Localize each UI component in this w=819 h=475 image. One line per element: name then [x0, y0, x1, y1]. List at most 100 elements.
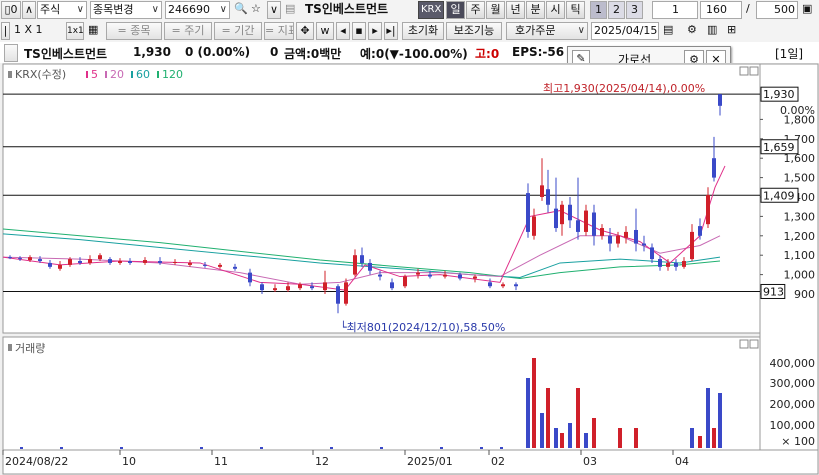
candle-61	[666, 262, 670, 267]
volume-tick-1: 300,000	[770, 377, 816, 390]
info-high: 고:0	[475, 47, 500, 61]
x-label-2: 11	[214, 455, 228, 468]
candle-41	[501, 284, 505, 287]
candle-60	[658, 259, 662, 267]
interval-input[interactable]: 1	[652, 1, 698, 19]
candle-68	[718, 94, 722, 106]
prev-icon[interactable]: ◂	[336, 22, 350, 40]
candle-64	[690, 231, 694, 260]
info-price: 1,930	[133, 45, 171, 59]
indicator-button[interactable]: = 지표	[264, 22, 294, 40]
candle-56	[624, 231, 628, 238]
chart-settings-icon[interactable]: ▥	[705, 22, 723, 40]
candle-34	[403, 276, 407, 287]
count-input[interactable]: 160	[700, 1, 742, 19]
volume-bar-10	[618, 428, 622, 448]
stop-icon[interactable]: ▪	[352, 22, 366, 40]
candle-27	[336, 286, 340, 304]
move-icon[interactable]: ✥	[296, 22, 314, 40]
max-annotation: 최고1,930(2025/04/14),0.00%	[543, 82, 705, 95]
candle-12	[128, 261, 132, 263]
period-tab-0[interactable]: 일	[446, 1, 465, 19]
period-label: [1일]	[775, 47, 804, 61]
indicator-icon[interactable]: ⊞	[725, 22, 743, 40]
page-tab-1[interactable]: 1	[590, 1, 607, 19]
period-tab-6[interactable]: 틱	[566, 1, 585, 19]
arrow-up-icon[interactable]: ∧	[22, 1, 36, 19]
hline-label-0: 1,930	[763, 88, 795, 101]
volume-tick-0: 400,000	[770, 357, 816, 370]
page-tab-2[interactable]: 2	[608, 1, 625, 19]
candle-21	[260, 284, 264, 291]
market-select[interactable]: 주식	[37, 1, 87, 19]
star-icon[interactable]: ☆	[249, 1, 265, 19]
candle-43	[526, 193, 530, 232]
toolbar-top: ▯0 ∧ 주식 종목변경 246690 🔍 ☆ ∨ ▤ TS인베스트먼트 KRX…	[0, 0, 819, 22]
candle-9	[98, 255, 102, 260]
volume-pane-maximize-icon	[739, 339, 749, 349]
layout-1x1-alt-button[interactable]: 1x1	[66, 22, 84, 40]
chevron-down-icon[interactable]: ∨	[267, 1, 281, 19]
legend-swatch-1	[105, 71, 107, 78]
date-input[interactable]: 2025/04/15	[591, 22, 659, 40]
aux-function-button[interactable]: 보조기능	[446, 22, 502, 40]
change-stock-select[interactable]: 종목변경	[90, 1, 162, 19]
candle-22	[273, 288, 277, 291]
period-tab-4[interactable]: 분	[526, 1, 545, 19]
candle-17	[203, 264, 207, 266]
calendar-icon[interactable]: ▤	[661, 22, 677, 40]
next-icon[interactable]: ▸	[368, 22, 382, 40]
panel-toggle[interactable]: |	[1, 22, 10, 40]
candle-30	[360, 255, 364, 263]
period-tab-3[interactable]: 년	[506, 1, 525, 19]
volume-label: 거래량	[15, 342, 45, 355]
grid-icon[interactable]: ▦	[86, 22, 102, 40]
period-tab-5[interactable]: 시	[546, 1, 565, 19]
candle-35	[416, 272, 420, 275]
stock-code-input[interactable]: 246690	[165, 1, 230, 19]
info-toggle-checkbox[interactable]	[4, 44, 18, 62]
exchange-badge[interactable]: KRX	[418, 1, 444, 19]
volume-small-bar-5	[330, 447, 333, 449]
volume-bar-2	[540, 413, 544, 448]
save-icon[interactable]: ▣	[800, 1, 818, 19]
bookmark-icon[interactable]: ▤	[283, 1, 301, 19]
candle-33	[390, 282, 394, 289]
total-input[interactable]: 500	[756, 1, 798, 19]
volume-bar-14	[706, 388, 710, 448]
y-tick-0: 900	[794, 288, 815, 301]
window-menu-icon[interactable]: ▯0	[1, 1, 21, 19]
legend-item-1: 20	[110, 68, 124, 81]
period-tab-1[interactable]: 주	[466, 1, 485, 19]
volume-bar-11	[634, 428, 638, 448]
hline-label-3: 913	[763, 285, 784, 298]
wave-icon[interactable]: w	[316, 22, 334, 40]
reset-button[interactable]: 초기화	[402, 22, 444, 40]
order-select[interactable]: 호가주문	[506, 22, 588, 40]
layout-1x1-button[interactable]: 1 X 1	[12, 22, 48, 40]
candle-2	[28, 257, 32, 261]
candle-11	[118, 261, 122, 263]
candle-24	[298, 284, 302, 289]
settings-icon[interactable]: ⚙	[685, 22, 703, 40]
candle-40	[488, 282, 492, 287]
candle-47	[554, 208, 558, 229]
candle-23	[286, 286, 290, 291]
symbol-button[interactable]: = 종목	[106, 22, 162, 40]
candle-52	[592, 212, 596, 236]
page-tab-3[interactable]: 3	[626, 1, 643, 19]
candle-13	[143, 260, 147, 263]
volume-small-bar-2	[120, 447, 123, 449]
period-tab-2[interactable]: 월	[486, 1, 505, 19]
search-icon[interactable]: 🔍	[232, 1, 248, 19]
volume-small-bar-6	[380, 447, 383, 449]
range-button[interactable]: = 기간	[214, 22, 262, 40]
candle-39	[473, 276, 477, 279]
x-label-4: 2025/01	[407, 455, 453, 468]
price-chart[interactable]: KRX(수정) 5 20 60 120 900 1,000 1,100 1,200 1,300 1,…	[0, 63, 819, 475]
candle-37	[443, 274, 447, 277]
x-label-3: 12	[315, 455, 329, 468]
end-icon[interactable]: ▸|	[384, 22, 398, 40]
cycle-button[interactable]: = 주기	[164, 22, 212, 40]
legend-item-0: 5	[91, 68, 98, 81]
